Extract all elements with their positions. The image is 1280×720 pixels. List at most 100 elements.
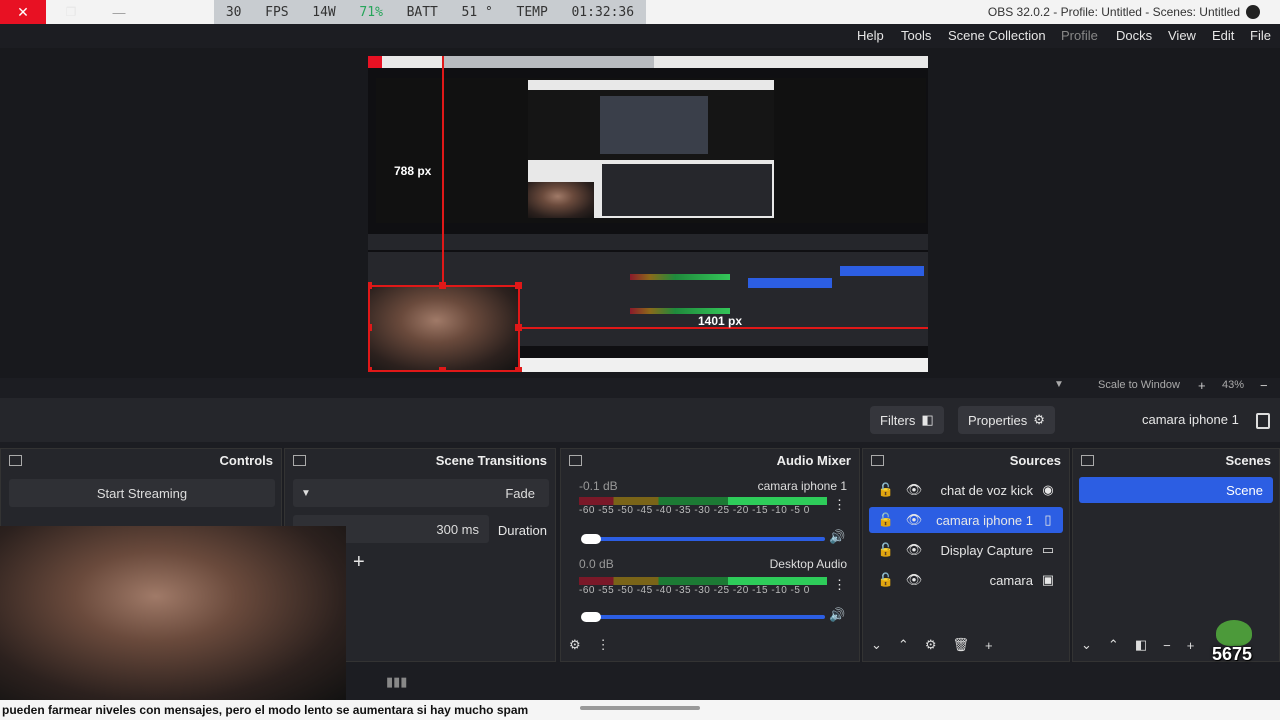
scale-dropdown-icon[interactable]: ▼ <box>1054 379 1064 390</box>
menu-edit[interactable]: Edit <box>1212 28 1234 43</box>
eye-icon[interactable]: 👁 <box>906 572 923 587</box>
source-properties-icon[interactable]: ⚙ <box>925 637 937 653</box>
undock-icon[interactable] <box>9 455 22 466</box>
filters-button[interactable]: Filters ◧ <box>870 406 944 434</box>
transition-value: Fade <box>505 485 535 501</box>
close-window-button[interactable]: ✕ <box>0 0 46 24</box>
eye-icon[interactable]: 👁 <box>906 512 923 527</box>
volume-slider[interactable] <box>589 537 825 541</box>
zoom-in-icon[interactable]: + <box>1198 378 1206 393</box>
volume-knob[interactable] <box>581 612 601 622</box>
resize-handle-r[interactable] <box>515 324 522 331</box>
menu-docks[interactable]: Docks <box>1116 28 1152 43</box>
properties-label: Properties <box>968 412 1028 428</box>
taskbar-strip <box>556 700 1280 720</box>
preview-toolbar <box>0 378 1280 394</box>
menu-scene-collection[interactable]: Scene Collection <box>948 28 1046 43</box>
resize-handle-b[interactable] <box>439 367 446 372</box>
lock-icon[interactable]: 🔓 <box>878 482 894 497</box>
meter-scale: -60 -55 -50 -45 -40 -35 -30 -25 -20 -15 … <box>579 505 810 516</box>
move-down-icon[interactable]: ⌄ <box>1081 637 1092 653</box>
nested-scene-item <box>840 266 924 276</box>
source-row[interactable]: 🔓 👁 Display Capture ▭ <box>869 537 1063 563</box>
context-bar <box>0 398 1280 442</box>
source-label: chat de voz kick <box>940 482 1034 498</box>
scene-label: Scene <box>1226 482 1263 498</box>
sources-title: Sources <box>1009 453 1061 468</box>
window-capture-icon: ▣ <box>1041 572 1055 587</box>
menu-tools[interactable]: Tools <box>901 28 931 43</box>
source-row[interactable]: 🔓 👁 camara ▣ <box>869 567 1063 593</box>
sources-dock: Sources 🔓 👁 chat de voz kick ◉ 🔓 👁 camara … <box>862 448 1070 662</box>
transition-select[interactable]: ▼ Fade <box>293 479 549 507</box>
restore-window-button[interactable]: ❐ <box>48 0 94 24</box>
channel-menu-icon[interactable]: ⋮ <box>833 577 846 593</box>
nested-inner-cam <box>528 182 594 218</box>
menu-help[interactable]: Help <box>857 28 884 43</box>
nested-bottom-strip <box>520 358 928 372</box>
audio-channel-name: Desktop Audio <box>769 557 847 571</box>
move-up-icon[interactable]: ⌃ <box>1108 637 1119 653</box>
add-source-icon[interactable]: + <box>985 638 993 653</box>
scene-item[interactable]: Scene <box>1079 477 1273 503</box>
properties-button[interactable]: Properties ⚙ <box>958 406 1055 434</box>
start-streaming-button[interactable]: Start Streaming <box>9 479 275 507</box>
lock-icon[interactable]: 🔓 <box>878 542 894 557</box>
menu-file[interactable]: File <box>1250 28 1271 43</box>
resize-handle-t[interactable] <box>439 282 446 289</box>
undock-icon[interactable] <box>293 455 306 466</box>
undock-icon[interactable] <box>871 455 884 466</box>
nested-source-item <box>748 278 832 288</box>
channel-menu-icon[interactable]: ⋮ <box>833 497 846 513</box>
lock-icon[interactable]: 🔓 <box>878 512 894 527</box>
volume-knob[interactable] <box>581 534 601 544</box>
menu-profile[interactable]: Profile <box>1061 28 1098 43</box>
nested-meter-1 <box>630 274 730 280</box>
lock-icon[interactable]: 🔓 <box>878 572 894 587</box>
eye-icon[interactable]: 👁 <box>906 482 923 497</box>
zoom-out-icon[interactable]: − <box>1260 378 1268 393</box>
source-label: Display Capture <box>940 542 1034 558</box>
resize-handle-br[interactable] <box>515 367 522 372</box>
source-row-selected[interactable]: 🔓 👁 camara iphone 1 ▯ <box>869 507 1063 533</box>
overlay-fps-label: FPS <box>265 4 289 20</box>
menu-view[interactable]: View <box>1168 28 1196 43</box>
scroll-indicator[interactable] <box>580 706 700 710</box>
source-row[interactable]: 🔓 👁 chat de voz kick ◉ <box>869 477 1063 503</box>
resize-handle-bl[interactable] <box>368 367 372 372</box>
preview-canvas[interactable]: 788 px 1401 px <box>368 56 928 372</box>
nested-overlay <box>444 56 654 68</box>
resize-handle-tl[interactable] <box>368 282 372 289</box>
viewer-count: 5675 <box>1212 644 1253 664</box>
advanced-audio-icon[interactable]: ⚙ <box>569 637 581 653</box>
audio-channel-name: camara iphone 1 <box>757 479 847 493</box>
phone-source-icon: ▯ <box>1044 512 1052 527</box>
gear-icon: ⚙ <box>1033 412 1045 427</box>
scene-transitions-title: Scene Transitions <box>435 453 547 468</box>
volume-slider[interactable] <box>589 615 825 619</box>
overlay-watts: 14W <box>312 4 336 20</box>
move-up-icon[interactable]: ⌃ <box>898 637 909 653</box>
filters-icon: ◧ <box>921 412 934 427</box>
camera-source-bounds[interactable] <box>368 286 520 372</box>
scale-mode-select[interactable]: Scale to Window <box>1098 379 1180 391</box>
speaker-icon[interactable]: 🔊 <box>829 607 845 623</box>
minimize-window-button[interactable]: — <box>96 0 142 24</box>
add-transition-icon[interactable]: + <box>353 551 365 574</box>
webcam-overlay <box>0 526 346 702</box>
eye-icon[interactable]: 👁 <box>906 542 923 557</box>
add-scene-icon[interactable]: + <box>1187 638 1195 653</box>
resize-handle-tr[interactable] <box>515 282 522 289</box>
resize-handle-l[interactable] <box>368 324 372 331</box>
remove-scene-icon[interactable]: − <box>1163 638 1171 653</box>
undock-icon[interactable] <box>569 455 582 466</box>
audio-channel-db: 0.0 dB <box>579 557 614 571</box>
undock-icon[interactable] <box>1081 455 1094 466</box>
move-down-icon[interactable]: ⌄ <box>871 637 882 653</box>
scene-filters-icon[interactable]: ◧ <box>1135 637 1147 653</box>
trash-icon[interactable]: 🗑 <box>952 637 969 653</box>
monitor-icon: ▭ <box>1041 542 1055 557</box>
speaker-icon[interactable]: 🔊 <box>829 529 845 545</box>
mixer-menu-icon[interactable]: ⋮ <box>597 637 610 653</box>
audio-channel-db: -0.1 dB <box>579 479 618 493</box>
